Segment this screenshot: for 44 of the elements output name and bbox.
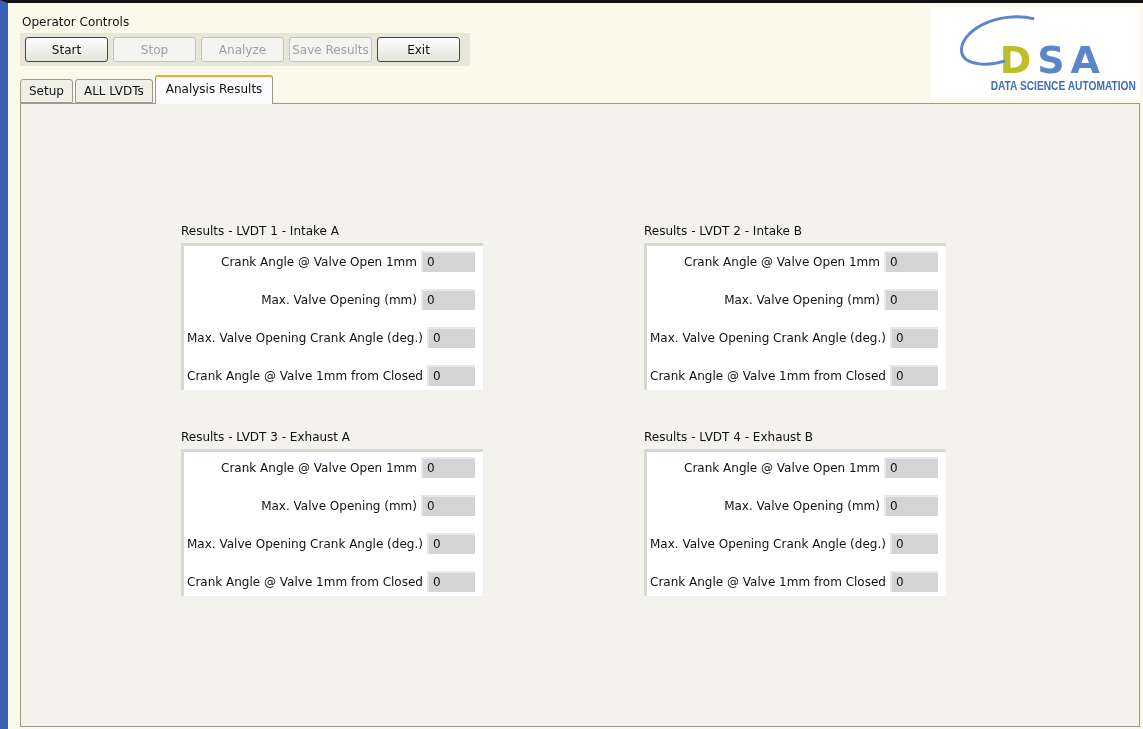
value-field: 0 xyxy=(421,495,475,516)
group-title: Results - LVDT 1 - Intake A xyxy=(181,224,340,238)
value-field: 0 xyxy=(426,365,475,386)
value-field: 0 xyxy=(421,457,475,478)
field-label: Crank Angle @ Valve Open 1mm xyxy=(221,460,417,475)
value-field: 0 xyxy=(884,495,938,516)
value-field: 0 xyxy=(889,365,938,386)
tab[interactable]: Analysis Results xyxy=(154,75,274,104)
value-field: 0 xyxy=(889,571,938,592)
tab[interactable]: ALL LVDTs xyxy=(74,79,153,103)
field-label: Max. Valve Opening (mm) xyxy=(724,498,880,513)
toolbar-button[interactable]: Start xyxy=(25,37,108,62)
value-field: 0 xyxy=(889,533,938,554)
toolbar-button[interactable]: Exit xyxy=(377,37,460,62)
value-field: 0 xyxy=(884,289,938,310)
value-field: 0 xyxy=(421,251,475,272)
value-field: 0 xyxy=(889,327,938,348)
field-label: Max. Valve Opening (mm) xyxy=(724,292,880,307)
value-field: 0 xyxy=(426,533,475,554)
section-title: Operator Controls xyxy=(22,15,131,29)
field-label: Max. Valve Opening Crank Angle (deg.) xyxy=(650,330,886,345)
field-label: Max. Valve Opening (mm) xyxy=(261,498,417,513)
field-label: Max. Valve Opening Crank Angle (deg.) xyxy=(187,330,423,345)
field-label: Crank Angle @ Valve Open 1mm xyxy=(684,254,880,269)
value-field: 0 xyxy=(426,571,475,592)
value-field: 0 xyxy=(884,251,938,272)
value-field: 0 xyxy=(421,289,475,310)
field-label: Max. Valve Opening Crank Angle (deg.) xyxy=(650,536,886,551)
value-field: 0 xyxy=(884,457,938,478)
logo-mark: DSA xyxy=(999,41,1106,79)
group-title: Results - LVDT 4 - Exhaust B xyxy=(644,430,815,444)
field-label: Crank Angle @ Valve Open 1mm xyxy=(221,254,417,269)
group-title: Results - LVDT 2 - Intake B xyxy=(644,224,803,238)
field-label: Max. Valve Opening Crank Angle (deg.) xyxy=(187,536,423,551)
field-label: Crank Angle @ Valve 1mm from Closed xyxy=(187,574,423,589)
field-label: Crank Angle @ Valve 1mm from Closed xyxy=(187,368,423,383)
field-label: Max. Valve Opening (mm) xyxy=(261,292,417,307)
logo-tagline: DATA SCIENCE AUTOMATION xyxy=(990,79,1136,93)
field-label: Crank Angle @ Valve 1mm from Closed xyxy=(650,368,886,383)
field-label: Crank Angle @ Valve 1mm from Closed xyxy=(650,574,886,589)
tab[interactable]: Setup xyxy=(20,79,73,103)
group-title: Results - LVDT 3 - Exhaust A xyxy=(181,430,352,444)
value-field: 0 xyxy=(426,327,475,348)
field-label: Crank Angle @ Valve Open 1mm xyxy=(684,460,880,475)
